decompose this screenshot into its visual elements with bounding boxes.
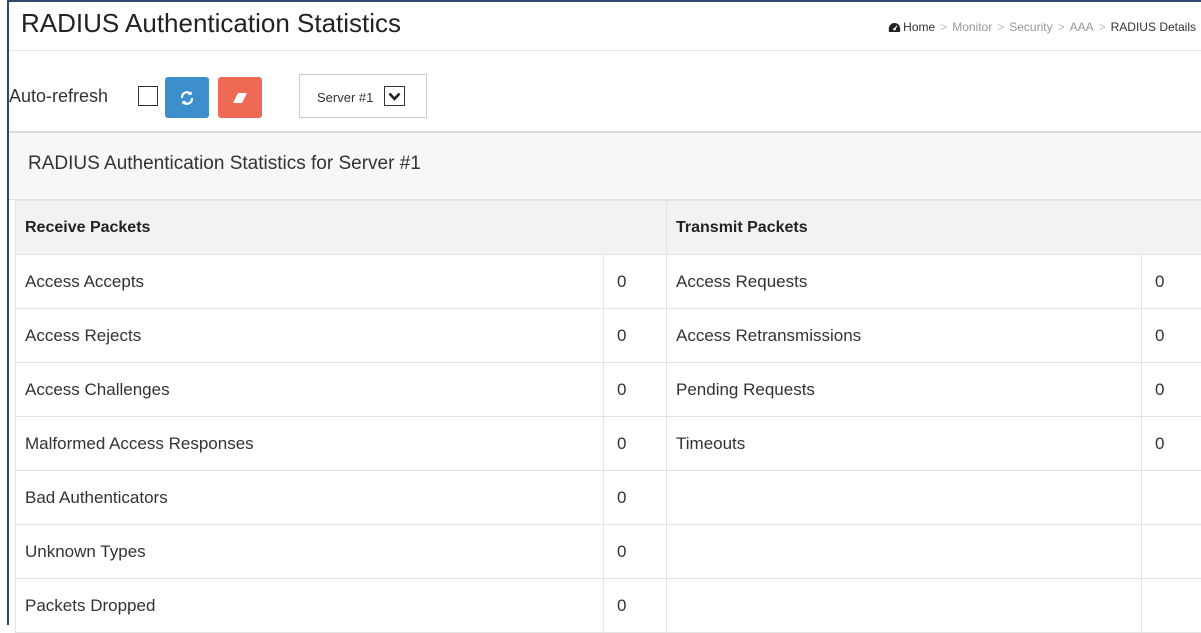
table-row: Access Challenges 0 Pending Requests 0: [16, 363, 1201, 417]
breadcrumb-security[interactable]: Security: [1009, 20, 1052, 34]
breadcrumb-current: RADIUS Details: [1111, 20, 1196, 34]
server-select-value: Server #1: [317, 90, 373, 105]
rx-label: Packets Dropped: [16, 579, 604, 633]
rx-value: 0: [604, 309, 667, 363]
eraser-icon: [232, 92, 248, 104]
rx-label: Bad Authenticators: [16, 471, 604, 525]
rx-value: 0: [604, 471, 667, 525]
table-row: Access Rejects 0 Access Retransmissions …: [16, 309, 1201, 363]
tx-value: [1142, 525, 1201, 579]
breadcrumb-monitor[interactable]: Monitor: [952, 20, 992, 34]
table-row: Packets Dropped 0: [16, 579, 1201, 633]
breadcrumb-home[interactable]: Home: [888, 20, 935, 34]
tx-value: 0: [1142, 417, 1201, 471]
tx-value: 0: [1142, 363, 1201, 417]
breadcrumb-separator: >: [997, 20, 1004, 34]
breadcrumb-separator: >: [940, 20, 947, 34]
auto-refresh-checkbox[interactable]: [138, 86, 158, 106]
server-select[interactable]: Server #1: [299, 74, 427, 118]
transmit-packets-header: Transmit Packets: [667, 201, 1201, 255]
tx-value: 0: [1142, 309, 1201, 363]
tx-label: Access Requests: [667, 255, 1142, 309]
tx-label: [667, 525, 1142, 579]
chevron-down-glyph: [388, 92, 401, 101]
breadcrumb-separator: >: [1058, 20, 1065, 34]
panel-header: RADIUS Authentication Statistics for Ser…: [9, 133, 1201, 200]
rx-label: Unknown Types: [16, 525, 604, 579]
tx-value: [1142, 471, 1201, 525]
rx-value: 0: [604, 417, 667, 471]
breadcrumb: Home > Monitor > Security > AAA > RADIUS…: [888, 20, 1196, 34]
rx-label: Access Challenges: [16, 363, 604, 417]
breadcrumb-separator: >: [1099, 20, 1106, 34]
rx-value: 0: [604, 363, 667, 417]
panel-title: RADIUS Authentication Statistics for Ser…: [28, 153, 421, 175]
breadcrumb-home-label: Home: [903, 20, 935, 34]
statistics-table: Receive Packets Transmit Packets Access …: [15, 200, 1201, 633]
tx-label: [667, 579, 1142, 633]
tx-label: Access Retransmissions: [667, 309, 1142, 363]
page-title: RADIUS Authentication Statistics: [21, 8, 401, 39]
table-row: Access Accepts 0 Access Requests 0: [16, 255, 1201, 309]
rx-value: 0: [604, 579, 667, 633]
refresh-icon: [179, 90, 195, 106]
receive-packets-header: Receive Packets: [16, 201, 667, 255]
tx-value: 0: [1142, 255, 1201, 309]
breadcrumb-aaa[interactable]: AAA: [1070, 20, 1094, 34]
tx-label: Pending Requests: [667, 363, 1142, 417]
tx-value: [1142, 579, 1201, 633]
table-row: Malformed Access Responses 0 Timeouts 0: [16, 417, 1201, 471]
tx-label: Timeouts: [667, 417, 1142, 471]
dashboard-icon: [888, 22, 901, 33]
table-header-row: Receive Packets Transmit Packets: [16, 201, 1201, 255]
auto-refresh-label: Auto-refresh: [9, 86, 108, 107]
rx-label: Access Accepts: [16, 255, 604, 309]
chevron-down-icon[interactable]: [384, 86, 405, 106]
rx-value: 0: [604, 255, 667, 309]
toolbar: Auto-refresh Server #1: [9, 74, 609, 118]
refresh-button[interactable]: [165, 77, 209, 118]
rx-value: 0: [604, 525, 667, 579]
rx-label: Malformed Access Responses: [16, 417, 604, 471]
table-row: Bad Authenticators 0: [16, 471, 1201, 525]
page-header: RADIUS Authentication Statistics Home > …: [9, 2, 1201, 51]
table-row: Unknown Types 0: [16, 525, 1201, 579]
clear-button[interactable]: [218, 77, 262, 118]
tx-label: [667, 471, 1142, 525]
rx-label: Access Rejects: [16, 309, 604, 363]
